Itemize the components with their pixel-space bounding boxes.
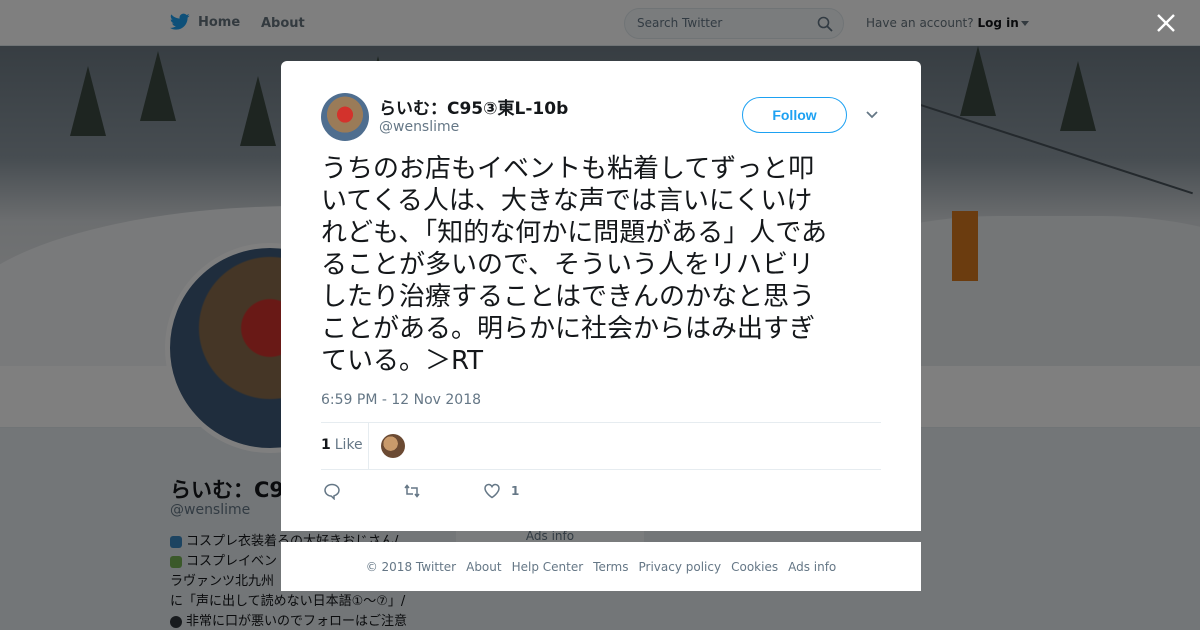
likes-stat[interactable]: 1 Like [321, 437, 363, 453]
divider [321, 422, 881, 423]
footer-link-cookies[interactable]: Cookies [731, 560, 778, 574]
divider [368, 423, 369, 469]
follow-button[interactable]: Follow [742, 97, 847, 133]
author-handle[interactable]: @wenslime [379, 119, 459, 135]
footer-links: © 2018 Twitter About Help Center Terms P… [281, 542, 921, 591]
divider [321, 469, 881, 470]
heart-icon[interactable] [483, 482, 501, 500]
tweet-text: うちのお店もイベントも粘着してずっと叩 いてくる人は、大きな声では言いにくいけ … [321, 154, 827, 376]
likes-label: Like [334, 437, 363, 453]
footer-link-ads-info[interactable]: Ads info [788, 560, 836, 574]
tweet-timestamp[interactable]: 6:59 PM - 12 Nov 2018 [321, 392, 481, 408]
liker-avatar[interactable] [381, 434, 405, 458]
author-name[interactable]: らいむ：C95③東L-10b [379, 94, 568, 119]
footer-link-privacy[interactable]: Privacy policy [639, 560, 722, 574]
reply-icon[interactable] [323, 482, 341, 500]
close-icon[interactable] [1156, 13, 1176, 33]
likes-number: 1 [321, 437, 331, 453]
chevron-down-icon[interactable] [865, 109, 879, 121]
author-avatar[interactable] [321, 93, 369, 141]
like-action-count: 1 [511, 484, 520, 498]
footer-copyright: © 2018 Twitter [365, 559, 457, 574]
tweet-modal: らいむ：C95③東L-10b @wenslime Follow うちのお店もイベ… [281, 61, 921, 531]
footer-link-about[interactable]: About [466, 560, 501, 574]
footer-link-terms[interactable]: Terms [593, 560, 628, 574]
footer-link-help-center[interactable]: Help Center [512, 560, 584, 574]
retweet-icon[interactable] [403, 482, 421, 500]
